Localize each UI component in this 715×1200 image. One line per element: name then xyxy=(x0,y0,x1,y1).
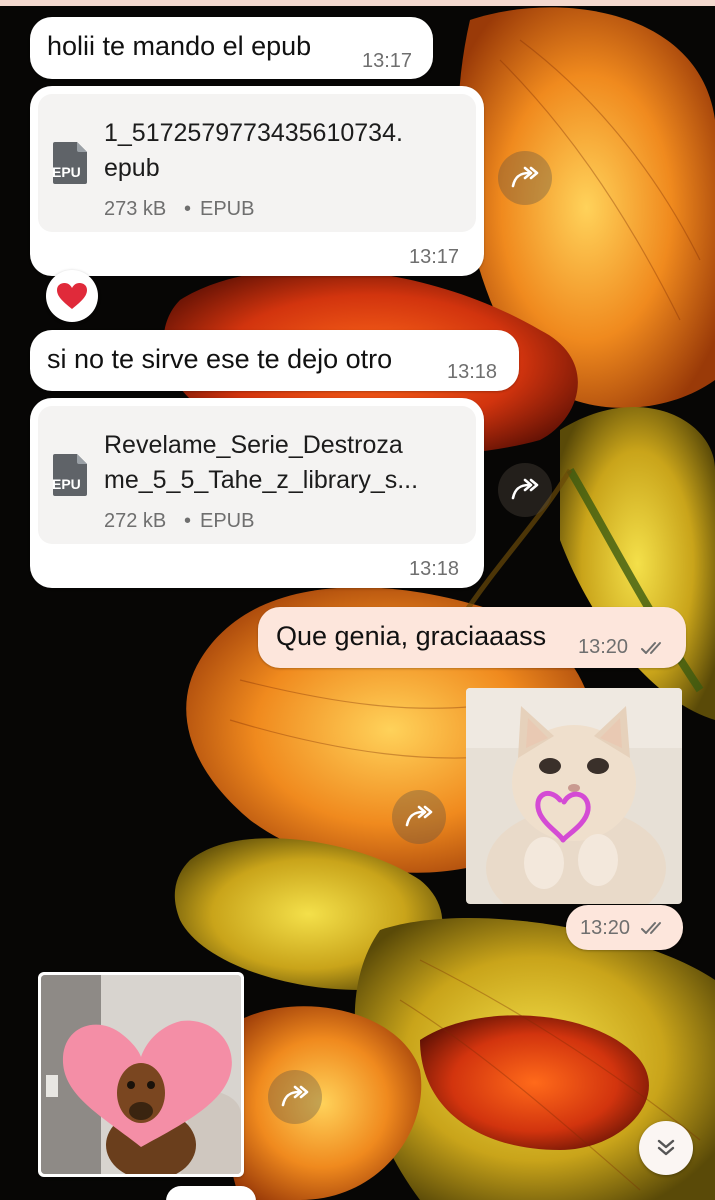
sticker-kitten-with-heart[interactable] xyxy=(466,688,682,904)
reaction-badge[interactable] xyxy=(46,270,98,322)
message-bubble-outgoing[interactable]: Que genia, graciaaass 13:20 xyxy=(258,607,686,668)
file-icon-label: EPU xyxy=(52,476,81,492)
message-time: 13:18 xyxy=(409,558,460,580)
message-bubble-incoming-image[interactable] xyxy=(38,972,244,1177)
message-bubble-incoming[interactable]: si no te sirve ese te dejo otro 13:18 xyxy=(30,330,519,391)
sticker-time-badge: 13:20 xyxy=(566,905,683,950)
message-time: 13:17 xyxy=(409,246,460,268)
file-size: 272 kB xyxy=(104,510,167,532)
message-text: si no te sirve ese te dejo otro xyxy=(47,344,393,374)
file-format: EPUB xyxy=(200,510,255,532)
meta-separator: • xyxy=(184,198,192,220)
kitten-sticker-image xyxy=(466,688,682,904)
forward-icon xyxy=(511,166,539,188)
forward-button[interactable] xyxy=(498,151,552,205)
double-check-icon xyxy=(641,642,661,654)
message-bubble-incoming[interactable]: holii te mando el epub 13:17 xyxy=(30,17,433,79)
dog-with-heart-photo xyxy=(41,975,241,1174)
message-bubble-incoming-file[interactable]: EPU Revelame_Serie_Destroza me_5_5_Tahe_… xyxy=(30,398,484,588)
file-name-line1: Revelame_Serie_Destroza xyxy=(104,431,403,459)
message-bubble-incoming-file[interactable]: EPU 1_5172579773435610734. epub 273 kB •… xyxy=(30,86,484,276)
forward-button[interactable] xyxy=(498,463,552,517)
message-time: 13:20 xyxy=(580,917,631,939)
dog-photo-image xyxy=(41,975,241,1174)
message-bubble-partial xyxy=(166,1186,256,1200)
double-check-icon xyxy=(641,922,661,934)
file-name-line1: 1_5172579773435610734. xyxy=(104,119,403,147)
file-icon-label: EPU xyxy=(52,164,81,180)
file-attachment[interactable]: EPU 1_5172579773435610734. epub 273 kB •… xyxy=(38,94,476,232)
message-text: Que genia, graciaaass xyxy=(276,621,547,651)
message-text: holii te mando el epub xyxy=(47,31,312,61)
file-name-line2: me_5_5_Tahe_z_library_s... xyxy=(104,466,419,494)
top-strip xyxy=(0,0,715,6)
file-attachment[interactable]: EPU Revelame_Serie_Destroza me_5_5_Tahe_… xyxy=(38,406,476,544)
forward-button[interactable] xyxy=(268,1070,322,1124)
forward-icon xyxy=(511,478,539,500)
file-format: EPUB xyxy=(200,198,255,220)
file-name-line2: epub xyxy=(104,154,160,182)
heart-icon xyxy=(57,283,87,309)
forward-button[interactable] xyxy=(392,790,446,844)
scroll-to-bottom-button[interactable] xyxy=(639,1121,693,1175)
chevron-double-down-icon xyxy=(657,1139,675,1156)
message-time: 13:20 xyxy=(578,636,629,658)
message-time: 13:18 xyxy=(447,361,498,383)
meta-separator: • xyxy=(184,510,192,532)
forward-icon xyxy=(405,805,433,827)
message-time: 13:17 xyxy=(362,50,413,72)
forward-icon xyxy=(281,1085,309,1107)
file-size: 273 kB xyxy=(104,198,167,220)
